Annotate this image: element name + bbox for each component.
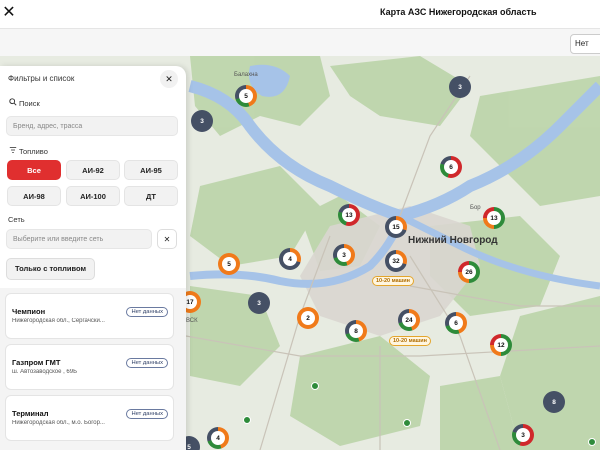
panel-title: Фильтры и список: [8, 74, 75, 83]
station-marker[interactable]: [311, 382, 319, 390]
only-with-fuel-button[interactable]: Только с топливом: [6, 258, 96, 280]
filter-icon: [8, 146, 17, 156]
fuel-all-button[interactable]: Все: [7, 160, 61, 180]
station-address: ш. Автозаводское , 69Б: [12, 369, 78, 375]
station-card[interactable]: Газпром ГМТ ш. Автозаводское , 69Б Нет д…: [5, 344, 174, 390]
station-marker[interactable]: [243, 416, 251, 424]
station-marker[interactable]: [588, 438, 596, 446]
fuel-label: Топливо: [8, 146, 48, 156]
station-cluster[interactable]: 15: [385, 216, 407, 238]
city-label: Нижний Новгород: [408, 235, 498, 246]
station-cluster[interactable]: 3: [512, 424, 534, 446]
status-badge: Нет данных: [126, 307, 168, 317]
traffic-badge: 10-20 машин: [389, 336, 431, 346]
station-name: Чемпион: [12, 307, 46, 316]
station-marker[interactable]: [403, 419, 411, 427]
toolbar-button[interactable]: Нет: [570, 34, 600, 54]
page-title: Карта АЗС Нижегородская область: [380, 7, 537, 17]
status-badge: Нет данных: [126, 409, 168, 419]
station-card[interactable]: Терминал Нижегородская обл., м.о. Богор.…: [5, 395, 174, 441]
panel-close-button[interactable]: ✕: [160, 70, 178, 88]
station-cluster[interactable]: 8: [345, 320, 367, 342]
station-cluster[interactable]: 13: [483, 207, 505, 229]
station-cluster[interactable]: 2: [297, 307, 319, 329]
fuel-ai95-button[interactable]: АИ-95: [124, 160, 178, 180]
network-input[interactable]: Выберите или введите сеть: [6, 229, 152, 249]
search-label: Поиск: [8, 98, 40, 108]
station-list: Чемпион Нижегородская обл., Сергачски...…: [0, 288, 186, 450]
status-badge: Нет данных: [126, 358, 168, 368]
search-input[interactable]: Бренд, адрес, трасса: [6, 116, 178, 136]
station-cluster[interactable]: 26: [458, 261, 480, 283]
station-name: Терминал: [12, 409, 49, 418]
station-cluster[interactable]: 6: [445, 312, 467, 334]
station-cluster[interactable]: 32: [385, 250, 407, 272]
station-cluster[interactable]: 3: [449, 76, 471, 98]
station-cluster[interactable]: 3: [333, 244, 355, 266]
station-cluster[interactable]: 8: [543, 391, 565, 413]
station-cluster[interactable]: 12: [490, 334, 512, 356]
station-card[interactable]: Чемпион Нижегородская обл., Сергачски...…: [5, 293, 174, 339]
station-cluster[interactable]: 4: [207, 427, 229, 449]
station-name: Газпром ГМТ: [12, 358, 61, 367]
close-icon[interactable]: ✕: [0, 3, 18, 23]
sub-toolbar: Нет: [0, 28, 600, 56]
station-cluster[interactable]: 3: [248, 292, 270, 314]
station-address: Нижегородская обл., м.о. Богор...: [12, 420, 105, 426]
fuel-ai92-button[interactable]: АИ-92: [66, 160, 120, 180]
network-clear-button[interactable]: ✕: [157, 229, 177, 249]
fuel-diesel-button[interactable]: ДТ: [124, 186, 178, 206]
station-cluster[interactable]: 24: [398, 309, 420, 331]
town-label: ВСК: [186, 318, 198, 324]
station-cluster[interactable]: 5: [235, 85, 257, 107]
station-cluster[interactable]: 3: [191, 110, 213, 132]
top-bar: ✕ Карта АЗС Нижегородская область: [0, 0, 600, 29]
station-cluster[interactable]: 13: [338, 204, 360, 226]
traffic-badge: 10-20 машин: [372, 276, 414, 286]
town-label: Бор: [470, 205, 481, 211]
fuel-ai98-button[interactable]: АИ-98: [7, 186, 61, 206]
town-label: Балахна: [234, 72, 258, 78]
station-cluster[interactable]: 4: [279, 248, 301, 270]
fuel-ai100-button[interactable]: АИ-100: [66, 186, 120, 206]
network-label: Сеть: [8, 215, 25, 224]
station-address: Нижегородская обл., Сергачски...: [12, 318, 105, 324]
search-icon: [8, 98, 17, 108]
station-cluster[interactable]: 5: [218, 253, 240, 275]
station-cluster[interactable]: 6: [440, 156, 462, 178]
filter-panel: Фильтры и список ✕ Поиск Бренд, адрес, т…: [0, 66, 186, 450]
